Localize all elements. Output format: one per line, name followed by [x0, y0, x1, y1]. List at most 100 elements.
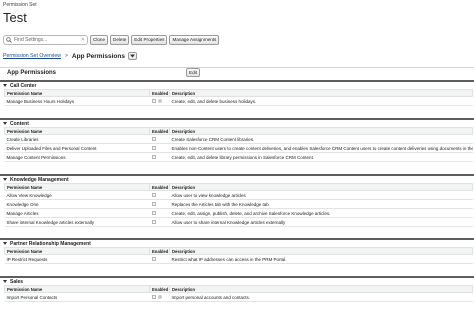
- section-dropdown-button[interactable]: [127, 52, 137, 60]
- permission-name: Knowledge One: [4, 199, 150, 209]
- permission-section: Knowledge Management Permission Name Enabl…: [0, 174, 474, 227]
- collapse-triangle-icon[interactable]: [3, 280, 7, 283]
- permission-description: Restrict what IP addresses can access in…: [169, 254, 473, 264]
- col-header-description: Description: [169, 247, 473, 255]
- section-header[interactable]: Content: [0, 118, 474, 127]
- permission-name: Share internal Knowledge articles extern…: [4, 217, 150, 227]
- info-icon: [157, 295, 162, 299]
- table-row: Manage Content Permissions Create, edit, …: [4, 152, 473, 162]
- enabled-checkbox[interactable]: [151, 193, 156, 197]
- col-header-description: Description: [169, 183, 473, 191]
- permission-name: Import Personal Contacts: [4, 292, 150, 302]
- collapse-triangle-icon[interactable]: [3, 122, 7, 125]
- section-header[interactable]: Call Center: [0, 80, 474, 89]
- enabled-cell: [149, 217, 170, 227]
- edit-properties-button[interactable]: Edit Properties: [131, 34, 168, 45]
- enabled-checkbox[interactable]: [151, 137, 156, 141]
- permission-description: Replaces the Articles tab with the Knowl…: [169, 199, 473, 209]
- collapse-triangle-icon[interactable]: [3, 242, 7, 245]
- enabled-cell-content: [151, 155, 170, 159]
- permission-table: Permission Name Enabled Description Allow V…: [4, 183, 473, 227]
- col-header-permission: Permission Name: [4, 183, 150, 191]
- enabled-checkbox[interactable]: [151, 211, 156, 215]
- permission-name: Manage Articles: [4, 208, 150, 218]
- col-header-permission: Permission Name: [4, 285, 150, 293]
- col-header-permission: Permission Name: [4, 127, 150, 135]
- section-title: Sales: [10, 278, 24, 285]
- clone-button[interactable]: Clone: [90, 34, 109, 45]
- table-row: Allow View Knowledge Allow user to view k…: [4, 190, 473, 200]
- col-header-description: Description: [169, 89, 473, 97]
- breadcrumb: Permission Set Overview > App Permission…: [3, 51, 137, 61]
- enabled-cell-content: [151, 257, 170, 261]
- page-subtitle: Permission Set: [3, 2, 37, 8]
- permission-description: Create, edit, and delete library permiss…: [169, 152, 473, 162]
- col-header-permission: Permission Name: [4, 89, 150, 97]
- delete-button[interactable]: Delete: [110, 34, 130, 45]
- table-row: Deliver Uploaded Files and Personal Cont…: [4, 143, 473, 153]
- permission-description: Allow user to share internal Knowledge a…: [169, 217, 473, 227]
- section-title: Partner Relationship Management: [10, 240, 91, 247]
- col-header-permission: Permission Name: [4, 247, 150, 255]
- permission-description: Allow user to view knowledge articles: [169, 190, 473, 200]
- enabled-cell-content: [151, 211, 170, 215]
- manage-assignments-button[interactable]: Manage Assignments: [169, 34, 220, 45]
- permission-section: Call Center Permission Name Enabled Descrip…: [0, 80, 474, 106]
- info-icon: [157, 99, 162, 103]
- permission-name: Manage Content Permissions: [4, 152, 150, 162]
- section-title: Call Center: [10, 82, 37, 89]
- enabled-checkbox[interactable]: [151, 202, 156, 206]
- permission-description: Create, edit, assign, publish, delete, a…: [169, 208, 473, 218]
- table-row: Knowledge One Replaces the Articles tab w…: [4, 199, 473, 209]
- permission-section: Partner Relationship Management Permissio…: [0, 238, 474, 264]
- enabled-cell-content: [151, 146, 170, 150]
- breadcrumb-separator: >: [64, 53, 68, 59]
- breadcrumb-current: App Permissions: [71, 52, 125, 60]
- clear-search-icon[interactable]: ✕: [81, 37, 85, 43]
- edit-button[interactable]: Edit: [186, 68, 200, 77]
- enabled-cell-content: [151, 193, 170, 197]
- enabled-checkbox[interactable]: [151, 295, 156, 299]
- permission-description: Enables non-Content users to create cont…: [169, 143, 473, 153]
- enabled-cell: [149, 190, 170, 200]
- permission-name: IP Restrict Requests: [4, 254, 150, 264]
- enabled-checkbox[interactable]: [151, 257, 156, 261]
- table-row: Manage Business Hours Holidays Create, ed…: [4, 96, 473, 106]
- col-header-description: Description: [169, 285, 473, 293]
- table-row: IP Restrict Requests Restrict what IP add…: [4, 254, 473, 264]
- col-header-enabled: Enabled: [149, 285, 170, 293]
- breadcrumb-overview-link[interactable]: Permission Set Overview: [3, 53, 61, 59]
- permission-description: Create, edit, and delete business holida…: [169, 96, 473, 106]
- section-title: Content: [10, 120, 29, 127]
- col-header-enabled: Enabled: [149, 89, 170, 97]
- table-row: Manage Articles Create, edit, assign, pub…: [4, 208, 473, 218]
- enabled-cell: [149, 134, 170, 144]
- section-header[interactable]: Knowledge Management: [0, 174, 474, 183]
- permission-table: Permission Name Enabled Description IP Rest…: [4, 247, 473, 264]
- enabled-checkbox[interactable]: [151, 220, 156, 224]
- permission-section: Sales Permission Name Enabled Description Im…: [0, 276, 474, 302]
- section-header[interactable]: Partner Relationship Management: [0, 238, 474, 247]
- enabled-cell-content: [151, 202, 170, 206]
- chevron-down-icon: [129, 54, 135, 58]
- col-header-enabled: Enabled: [149, 183, 170, 191]
- permission-table: Permission Name Enabled Description Import …: [4, 285, 473, 302]
- search-input[interactable]: Find Settings... ✕: [3, 34, 88, 45]
- permission-name: Create Libraries: [4, 134, 150, 144]
- app-permissions-title: App Permissions: [7, 70, 57, 76]
- enabled-cell-content: [151, 99, 170, 103]
- toolbar: Find Settings... ✕ Clone Delete Edit Pro…: [3, 34, 220, 45]
- page-header: Permission Set Test: [0, 0, 474, 30]
- collapse-triangle-icon[interactable]: [3, 178, 7, 181]
- enabled-cell: [149, 254, 170, 264]
- permission-description: Create Salesforce CRM Content libraries.: [169, 134, 473, 144]
- permission-name: Allow View Knowledge: [4, 190, 150, 200]
- search-placeholder: Find Settings...: [14, 36, 48, 43]
- enabled-checkbox[interactable]: [151, 146, 156, 150]
- enabled-cell: [149, 199, 170, 209]
- enabled-checkbox[interactable]: [151, 99, 156, 103]
- enabled-checkbox[interactable]: [151, 155, 156, 159]
- page-title: Test: [3, 10, 27, 25]
- collapse-triangle-icon[interactable]: [3, 84, 7, 87]
- section-header[interactable]: Sales: [0, 276, 474, 285]
